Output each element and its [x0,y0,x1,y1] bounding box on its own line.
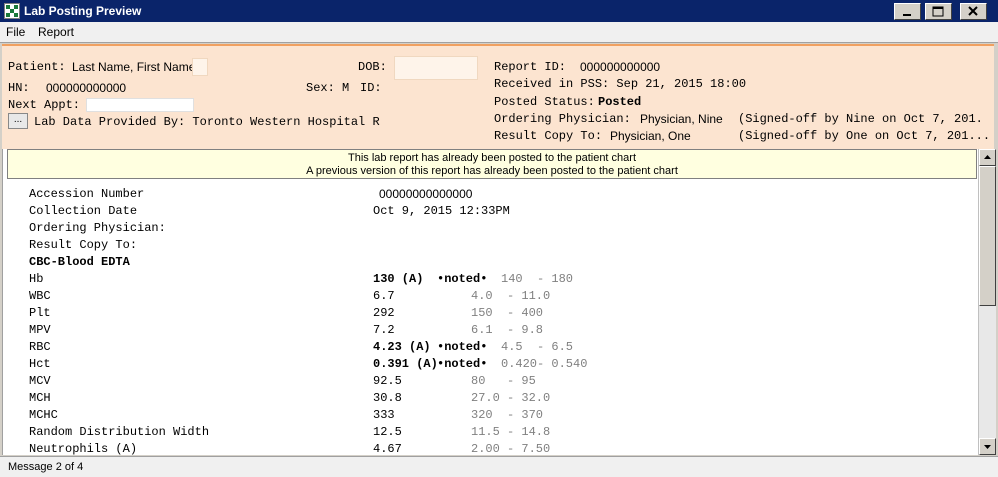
message-counter: Message 2 of 4 [8,461,84,473]
collection-value: Oct 9, 2015 12:33PM [373,204,510,218]
result-reference-range: 27.0 - 32.0 [471,391,551,405]
result-name: Hct [29,357,51,371]
close-icon [968,6,978,16]
result-reference-range: 11.5 - 14.8 [471,425,551,439]
result-reference-range: 320 - 370 [471,408,544,422]
result-reference-range: 140 - 180 [501,272,574,286]
dob-label: DOB: [358,60,387,74]
close-button[interactable] [960,3,987,20]
menu-bar: File Report [0,22,998,43]
arrow-down-icon [984,445,991,449]
notice-line-1: This lab report has already been posted … [347,152,636,164]
dob-value [394,56,478,80]
maximize-icon [932,6,944,17]
result-name: MCHC [29,408,58,422]
vertical-scrollbar[interactable] [978,149,996,455]
app-icon [4,3,20,19]
result-value: 4.23 (A) [373,340,431,354]
result-name: Hb [29,272,44,286]
result-flag: •noted• [437,340,488,354]
next-appt-value [86,98,194,112]
title-bar: Lab Posting Preview [0,0,998,22]
result-reference-range: 0.420- 0.540 [501,357,588,371]
result-name: MPV [29,323,51,337]
hn-value: 000000000000 [46,81,127,95]
report-id-label: Report ID: [494,60,567,74]
posted-status-label: Posted Status: [494,95,595,109]
lab-provider: Lab Data Provided By: Toronto Western Ho… [34,115,380,129]
window-title: Lab Posting Preview [24,4,142,18]
scroll-up-button[interactable] [979,149,996,166]
received-date: Received in PSS: Sep 21, 2015 18:00 [494,77,747,91]
result-name: Neutrophils (A) [29,442,138,455]
result-name: MCV [29,374,51,388]
arrow-up-icon [984,155,991,159]
posted-notice: This lab report has already been posted … [7,149,977,179]
copy-signoff: (Signed-off by One on Oct 7, 201... [738,129,991,143]
lab-provider-button[interactable]: ... [8,113,28,129]
result-value: 130 (A) [373,272,424,286]
scroll-thumb[interactable] [979,166,996,306]
result-value: 4.67 [373,442,402,455]
result-value: 30.8 [373,391,402,405]
result-value: 92.5 [373,374,402,388]
result-reference-range: 150 - 400 [471,306,544,320]
accession-label: Accession Number [29,187,145,201]
patient-label: Patient: [8,60,66,74]
result-value: 6.7 [373,289,395,303]
result-reference-range: 80 - 95 [471,374,536,388]
result-name: Plt [29,306,51,320]
result-name: Random Distribution Width [29,425,210,439]
result-reference-range: 4.5 - 6.5 [501,340,574,354]
minimize-button[interactable] [894,3,921,20]
result-value: 12.5 [373,425,402,439]
result-reference-range: 2.00 - 7.50 [471,442,551,455]
ordering-physician-value: Physician, Nine [640,112,723,126]
report-ordering-label: Ordering Physician: [29,221,166,235]
id-label: ID: [360,81,382,95]
menu-report[interactable]: Report [38,25,74,39]
notice-line-2: A previous version of this report has al… [306,165,678,177]
hn-label: HN: [8,81,30,95]
next-appt-label: Next Appt: [8,98,81,112]
result-copy-label: Result Copy To: [494,129,603,143]
report-id-value: 000000000000 [580,60,661,74]
result-copy-value: Physician, One [610,129,691,143]
report-copy-label: Result Copy To: [29,238,138,252]
result-name: WBC [29,289,51,303]
result-value: 0.391 (A) [373,357,438,371]
result-reference-range: 6.1 - 9.8 [471,323,544,337]
sex-label: Sex: M [306,81,350,95]
result-value: 7.2 [373,323,395,337]
menu-file[interactable]: File [6,25,25,39]
accession-value: 00000000000000 [379,187,473,201]
scroll-down-button[interactable] [979,438,996,455]
patient-name: Last Name, First Name [72,60,196,74]
result-reference-range: 4.0 - 11.0 [471,289,551,303]
section-title: CBC-Blood EDTA [29,255,130,269]
result-value: 292 [373,306,395,320]
maximize-button[interactable] [925,3,952,20]
result-flag: •noted• [437,357,488,371]
ordering-signoff: (Signed-off by Nine on Oct 7, 201. [738,112,983,126]
minimize-icon [903,14,911,16]
report-view: This lab report has already been posted … [2,149,979,455]
ordering-physician-label: Ordering Physician: [494,112,631,126]
result-name: MCH [29,391,51,405]
collection-label: Collection Date [29,204,138,218]
posted-status-value: Posted [598,95,642,109]
result-value: 333 [373,408,395,422]
patient-header: Patient: Last Name, First Name DOB: HN: … [2,44,994,151]
status-bar: Message 2 of 4 [0,456,998,477]
result-name: RBC [29,340,51,354]
result-flag: •noted• [437,272,488,286]
